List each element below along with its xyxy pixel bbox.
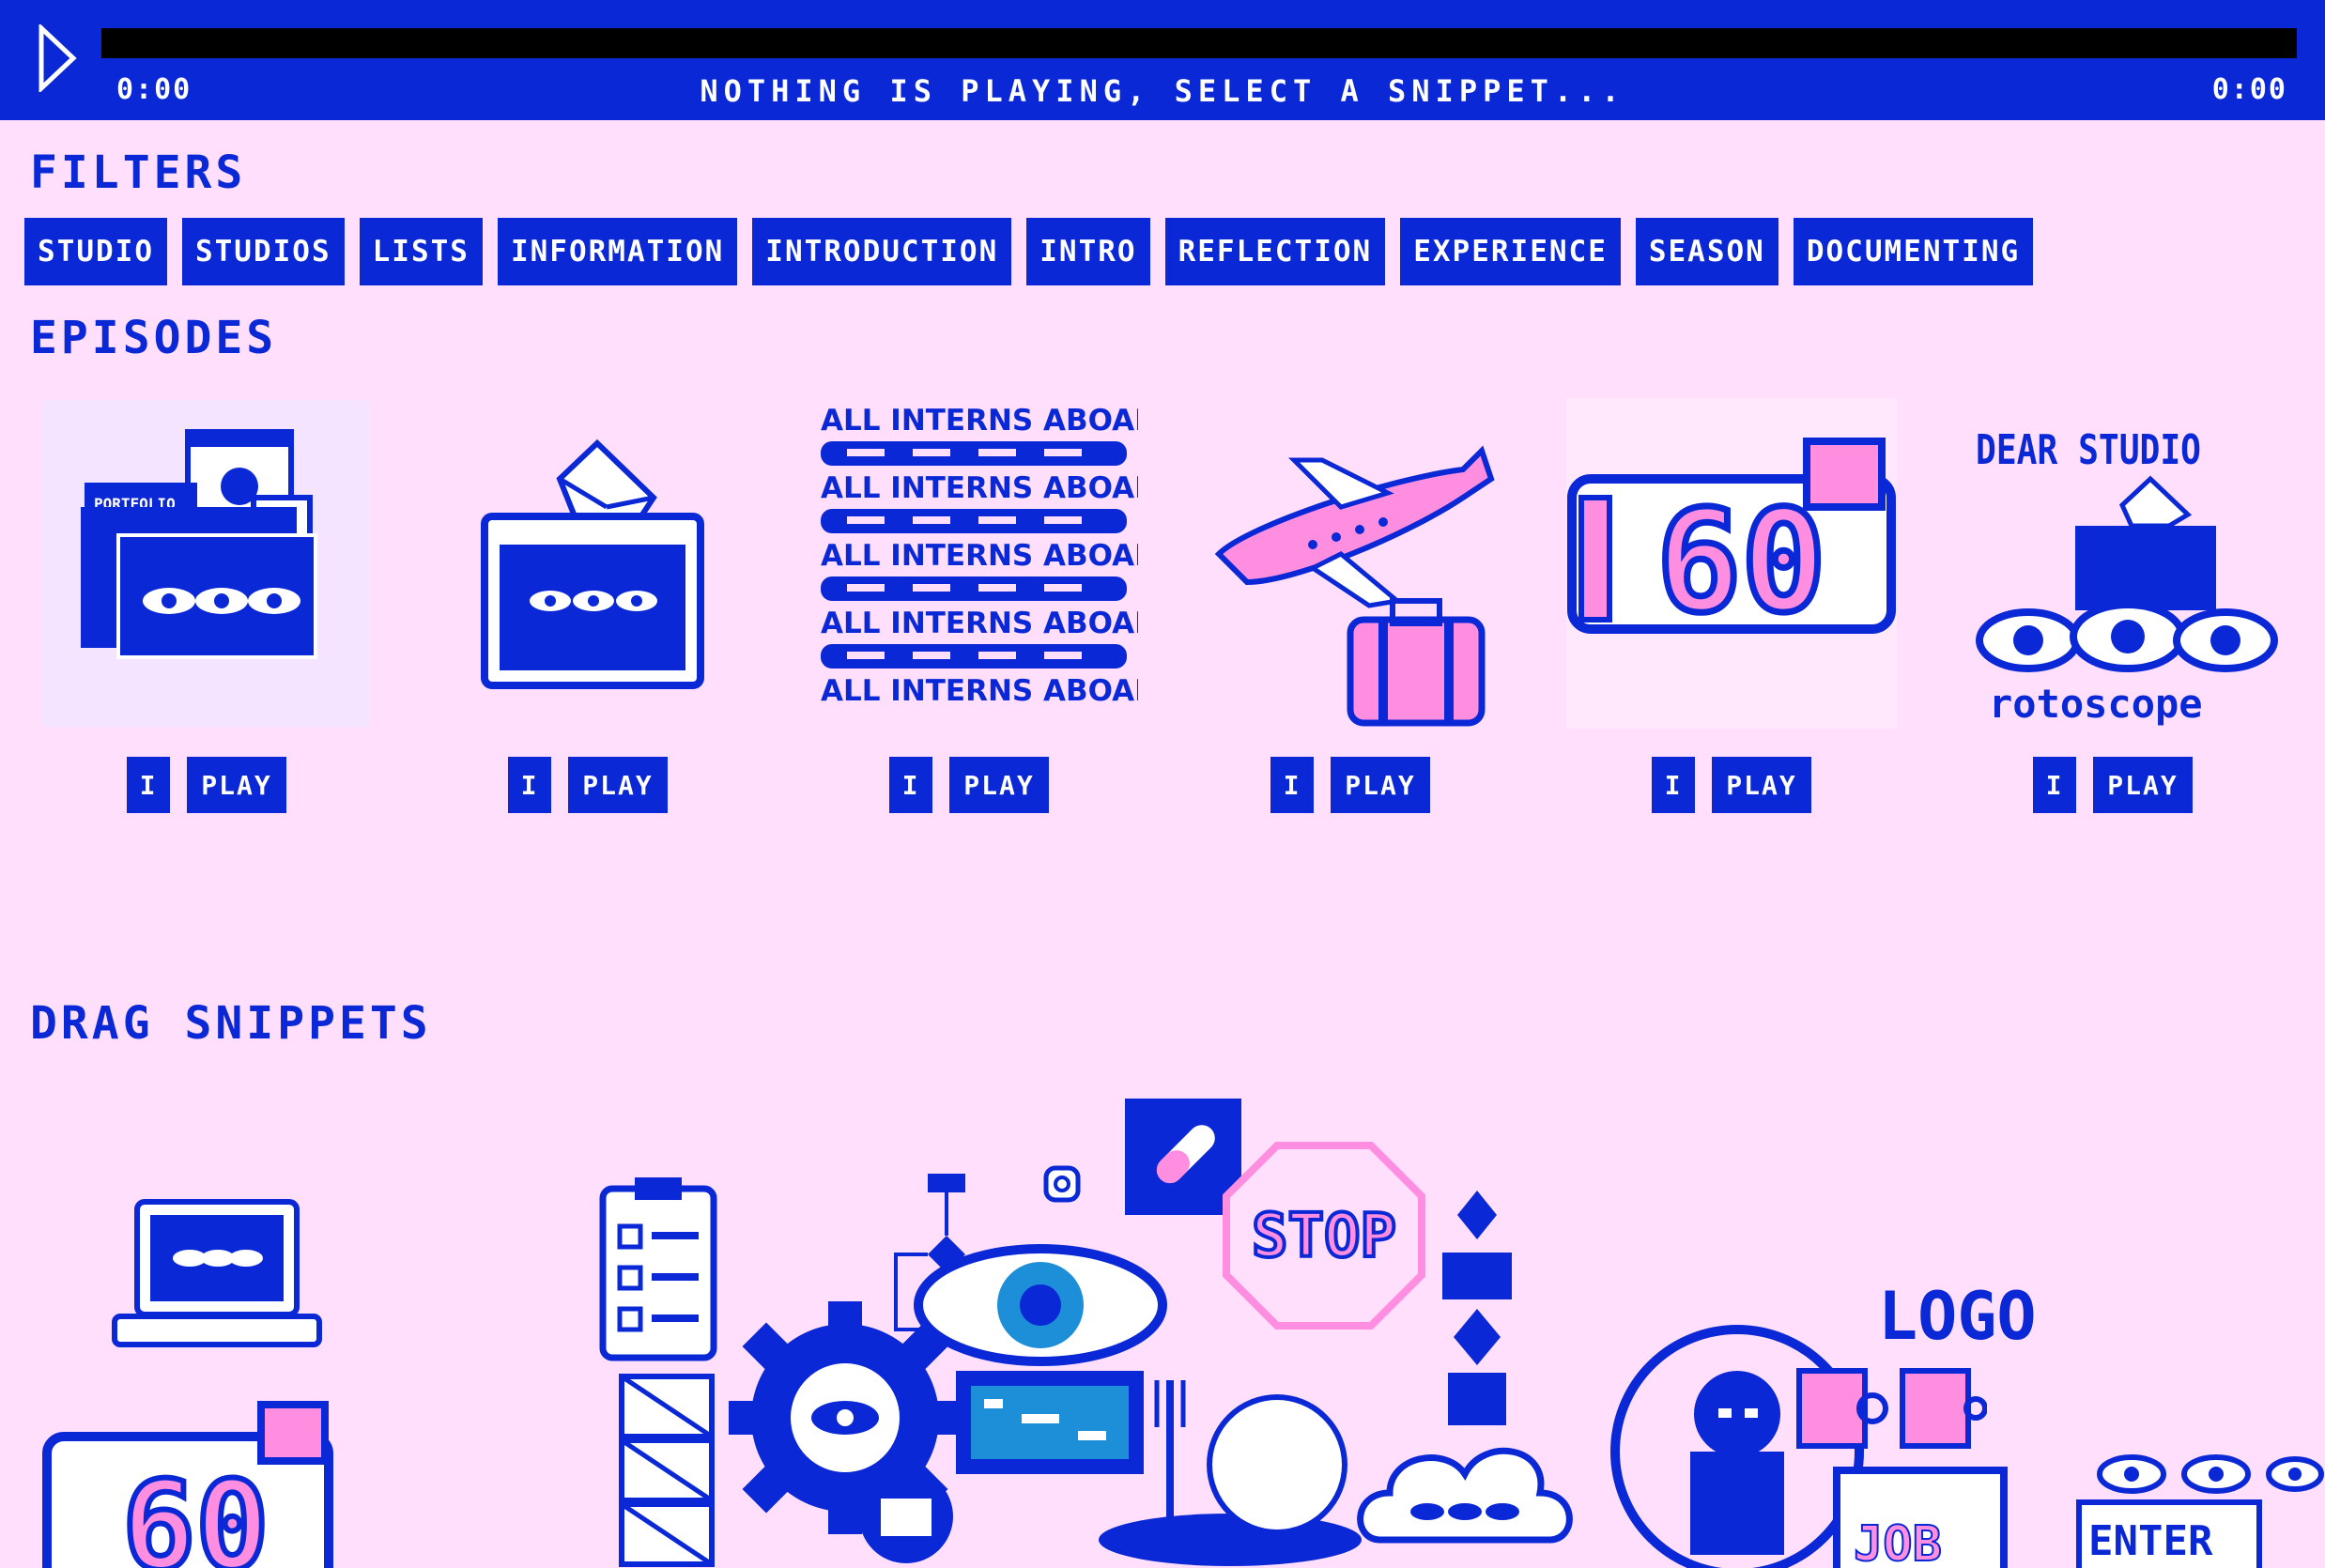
cover-interns-line: ALL INTERNS ABOARD [821,471,1138,505]
clipboard-snippet[interactable] [597,1174,719,1361]
cover-interns-line: ALL INTERNS ABOARD [821,539,1138,573]
episode-card: I PLAY [419,394,757,826]
episode-card: DEAR STUDIO rotoscope I PLAY [1944,394,2282,826]
episodes-heading: EPISODES [30,312,278,364]
stop-sign-snippet[interactable]: STOP [1221,1142,1427,1330]
episode-grid: PORTFOLIO I PLAY I PLAY ALL INTERNS ABOA… [38,394,2310,826]
episode-play-button[interactable]: PLAY [2093,757,2193,813]
folder-snippet[interactable] [855,1465,958,1568]
filter-chip-experience[interactable]: EXPERIENCE [1400,218,1621,285]
episode-play-button[interactable]: PLAY [568,757,668,813]
pixel-tower-snippet[interactable] [1435,1187,1519,1431]
episode-card: 60 I PLAY [1563,394,1901,826]
cover-interns-line: ALL INTERNS ABOARD [821,404,1138,438]
filter-chip-information[interactable]: INFORMATION [497,218,738,285]
dinner-plate-snippet[interactable] [1089,1361,1371,1568]
filter-chip-season[interactable]: SEASON [1635,218,1778,285]
filter-chip-intro[interactable]: INTRO [1026,218,1150,285]
episode-info-button[interactable]: I [2033,757,2076,813]
cover-rotoscope-label: rotoscope [1989,681,2203,727]
laptop-snippet[interactable] [109,1192,325,1352]
cloud-eyes-snippet[interactable] [1352,1399,1578,1568]
job-board-snippet[interactable]: JOB [1831,1465,2009,1568]
episode-card: PORTFOLIO I PLAY [38,394,376,826]
filter-chip-studios[interactable]: STUDIOS [181,218,345,285]
episode-cover-dear-studio[interactable]: DEAR STUDIO rotoscope [1944,394,2282,732]
drag-snippets-heading: DRAG SNIPPETS [30,997,432,1050]
filter-chip-lists[interactable]: LISTS [359,218,483,285]
instagram-icon[interactable] [1042,1164,1082,1204]
episode-cover-portfolio[interactable]: PORTFOLIO [38,394,376,732]
snippet-canvas: 60 STOP LOGO JOB ENTER [0,1089,2325,1568]
episode-info-button[interactable]: I [1270,757,1314,813]
filter-chip-introduction[interactable]: INTRODUCTION [752,218,1012,285]
filter-list: STUDIO STUDIOS LISTS INFORMATION INTRODU… [24,218,2034,285]
stop-sign-label: STOP [1252,1202,1396,1271]
cover-interns-line: ALL INTERNS ABOARD [821,607,1138,640]
snippet-logo-label: LOGO [1878,1278,2037,1352]
time-total: 0:00 [2211,73,2287,106]
episode-cover-sixty[interactable]: 60 [1563,394,1901,732]
filters-heading: FILTERS [30,146,247,199]
progress-track[interactable] [101,28,2297,58]
episode-play-button[interactable]: PLAY [1331,757,1430,813]
episode-info-button[interactable]: I [1652,757,1695,813]
episode-info-button[interactable]: I [127,757,170,813]
snippet-sixty-label: 60 [122,1454,269,1568]
episode-info-button[interactable]: I [889,757,932,813]
filter-chip-reflection[interactable]: REFLECTION [1164,218,1386,285]
time-elapsed: 0:00 [116,73,192,106]
eyes-row-snippet[interactable] [2094,1446,2325,1502]
cover-interns-line: ALL INTERNS ABOARD [821,674,1138,708]
episode-cover-airplane[interactable] [1181,394,1519,732]
episode-info-button[interactable]: I [508,757,551,813]
filter-chip-studio[interactable]: STUDIO [24,218,167,285]
sixty-snippet[interactable]: 60 [38,1399,338,1568]
episode-play-button[interactable]: PLAY [1712,757,1811,813]
episode-cover-envelope-folder[interactable] [419,394,757,732]
audio-player-bar: 0:00 NOTHING IS PLAYING, SELECT A SNIPPE… [0,0,2325,120]
episode-cover-all-interns-aboard[interactable]: ALL INTERNS ABOARD ALL INTERNS ABOARD AL… [800,394,1138,732]
snippet-job-label: JOB [1854,1516,1942,1568]
crate-stack-snippet[interactable] [616,1371,719,1568]
enter-key-snippet[interactable]: ENTER [2075,1499,2263,1568]
mugs-snippet[interactable] [1790,1361,1987,1455]
episode-play-button[interactable]: PLAY [949,757,1049,813]
now-playing-status: NOTHING IS PLAYING, SELECT A SNIPPET... [700,73,1625,109]
cover-dear-studio-label: DEAR STUDIO [1976,426,2201,474]
logo-snippet[interactable]: LOGO [1878,1277,2094,1352]
play-icon[interactable] [38,24,79,92]
episode-card: ALL INTERNS ABOARD ALL INTERNS ABOARD AL… [800,394,1138,826]
episode-play-button[interactable]: PLAY [187,757,286,813]
episode-card: I PLAY [1181,394,1519,826]
cover-sixty-label: 60 [1656,481,1826,644]
filter-chip-documenting[interactable]: DOCUMENTING [1793,218,2034,285]
snippet-enter-label: ENTER [2088,1517,2213,1565]
